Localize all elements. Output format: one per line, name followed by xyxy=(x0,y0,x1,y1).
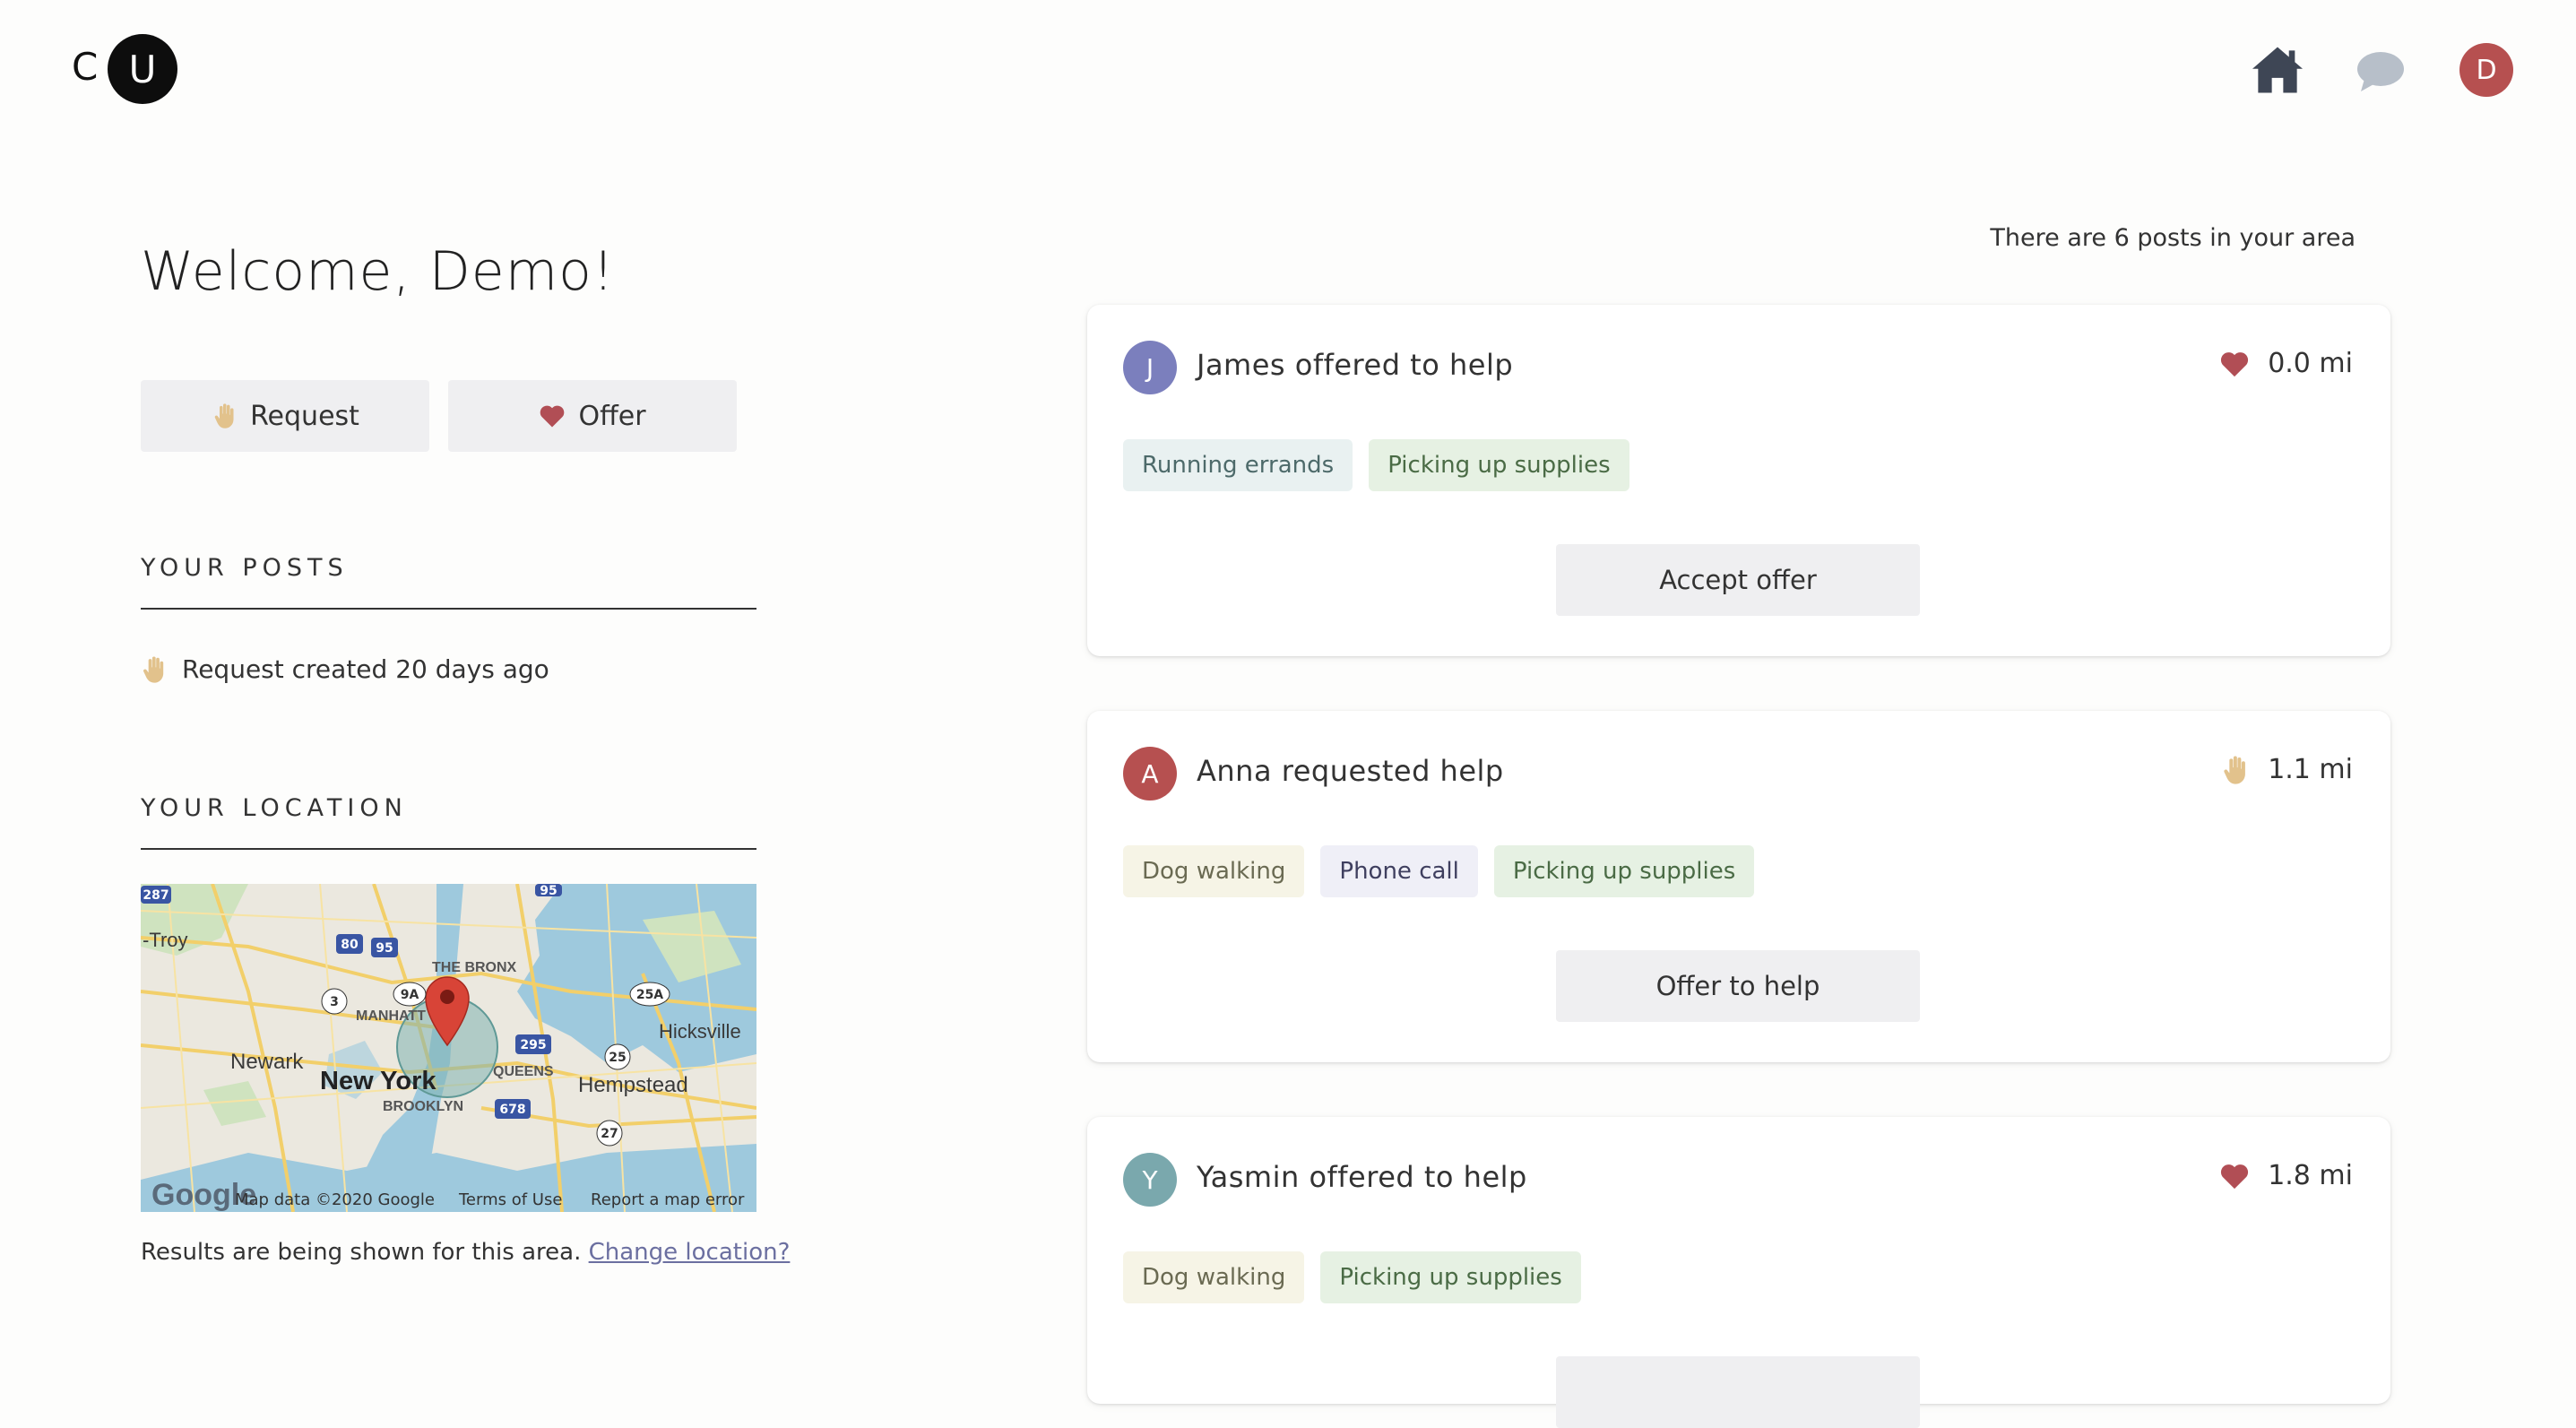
offer-label: Offer xyxy=(578,400,646,432)
map-label: Hicksville xyxy=(659,1020,741,1043)
tag-list: Dog walking Picking up supplies xyxy=(1123,1251,1581,1303)
your-location-heading: YOUR LOCATION xyxy=(141,794,408,822)
tag[interactable]: Picking up supplies xyxy=(1493,845,1755,897)
request-label: Request xyxy=(250,400,359,432)
map-shield: 95 xyxy=(376,941,393,956)
heart-icon xyxy=(2219,1161,2250,1191)
tag[interactable]: Picking up supplies xyxy=(1369,439,1629,491)
map-label: -Troy xyxy=(143,929,188,951)
avatar[interactable]: J xyxy=(1123,341,1177,394)
heart-icon xyxy=(540,405,565,428)
location-map[interactable]: 287 80 95 3 9A 25A 295 25 678 27 95 -Tro… xyxy=(141,884,756,1212)
app-logo[interactable]: C U xyxy=(72,34,179,106)
divider xyxy=(141,608,756,610)
tag[interactable]: Dog walking xyxy=(1123,1251,1305,1303)
tag[interactable]: Dog walking xyxy=(1123,845,1305,897)
post-card: Y Yasmin offered to help 1.8 mi Dog walking… xyxy=(1087,1117,2390,1428)
map-shield: 287 xyxy=(143,888,169,903)
offer-to-help-button[interactable]: Offer to help xyxy=(1556,950,1920,1022)
avatar[interactable]: A xyxy=(1123,747,1177,801)
map-shield: 27 xyxy=(601,1127,618,1141)
change-location-link[interactable]: Change location? xyxy=(589,1239,791,1266)
report-map-error-link[interactable]: Report a map error xyxy=(591,1190,744,1209)
distance: 0.0 mi xyxy=(2219,348,2353,379)
chat-bubble-icon[interactable] xyxy=(2356,50,2406,93)
map-data-credit: Map data ©2020 Google xyxy=(235,1190,435,1209)
post-summary: Request created 20 days ago xyxy=(182,654,549,684)
posts-count: There are 6 posts in your area xyxy=(1990,224,2356,252)
map-shield: 9A xyxy=(401,988,419,1002)
map-label: THE BRONX xyxy=(432,960,517,975)
post-title: Anna requested help xyxy=(1197,754,1504,788)
map-shield: 80 xyxy=(341,938,359,952)
distance-value: 1.1 mi xyxy=(2268,754,2353,785)
map-shield: 295 xyxy=(520,1038,546,1052)
your-posts-heading: YOUR POSTS xyxy=(141,554,349,582)
raised-hand-icon xyxy=(143,655,164,683)
map-shield: 25 xyxy=(609,1051,626,1065)
home-icon[interactable] xyxy=(2250,45,2305,95)
request-button[interactable]: Request xyxy=(141,380,429,452)
map-label: MANHATT xyxy=(356,1008,426,1024)
distance-value: 0.0 mi xyxy=(2268,348,2353,379)
map-shield: 95 xyxy=(540,884,557,898)
post-card: A Anna requested help 1.1 mi Dog walking Pho… xyxy=(1087,711,2390,1062)
map-label: BROOKLYN xyxy=(383,1099,463,1114)
offer-button[interactable]: Offer xyxy=(448,380,737,452)
distance: 1.1 mi xyxy=(2219,754,2353,785)
tag[interactable]: Phone call xyxy=(1320,845,1478,897)
map-label: QUEENS xyxy=(493,1064,554,1079)
raised-hand-icon xyxy=(214,403,234,428)
logo-letter-u: U xyxy=(108,34,177,104)
list-item[interactable]: Request created 20 days ago xyxy=(141,654,549,684)
raised-hand-icon xyxy=(2219,755,2250,785)
map-shield: 25A xyxy=(636,988,663,1002)
results-note: Results are being shown for this area. C… xyxy=(141,1239,790,1266)
tag[interactable]: Picking up supplies xyxy=(1320,1251,1581,1303)
distance: 1.8 mi xyxy=(2219,1160,2353,1191)
post-title: James offered to help xyxy=(1197,348,1514,382)
map-shield: 678 xyxy=(499,1103,525,1117)
results-text: Results are being shown for this area. xyxy=(141,1239,582,1266)
user-avatar[interactable]: D xyxy=(2459,43,2513,97)
map-label: Hempstead xyxy=(578,1073,688,1097)
distance-value: 1.8 mi xyxy=(2268,1160,2353,1191)
avatar[interactable]: Y xyxy=(1123,1153,1177,1207)
map-attribution: Map data ©2020 Google Terms of Use Repor… xyxy=(141,1187,756,1212)
heart-icon xyxy=(2219,349,2250,379)
logo-letter-c: C xyxy=(72,45,99,89)
terms-link[interactable]: Terms of Use xyxy=(459,1190,562,1209)
map-label: Newark xyxy=(230,1050,304,1074)
tag[interactable]: Running errands xyxy=(1123,439,1353,491)
tag-list: Dog walking Phone call Picking up supplies xyxy=(1123,845,1755,897)
map-canvas[interactable]: 287 80 95 3 9A 25A 295 25 678 27 95 -Tro… xyxy=(141,884,756,1212)
map-shield: 3 xyxy=(330,995,339,1009)
divider xyxy=(141,848,756,850)
tag-list: Running errands Picking up supplies xyxy=(1123,439,1629,491)
post-card: J James offered to help 0.0 mi Running erra… xyxy=(1087,305,2390,656)
page-title: Welcome, Demo! xyxy=(141,240,615,303)
accept-offer-button[interactable] xyxy=(1556,1356,1920,1428)
accept-offer-button[interactable]: Accept offer xyxy=(1556,544,1920,616)
map-label: New York xyxy=(320,1067,437,1095)
post-title: Yasmin offered to help xyxy=(1197,1160,1527,1194)
